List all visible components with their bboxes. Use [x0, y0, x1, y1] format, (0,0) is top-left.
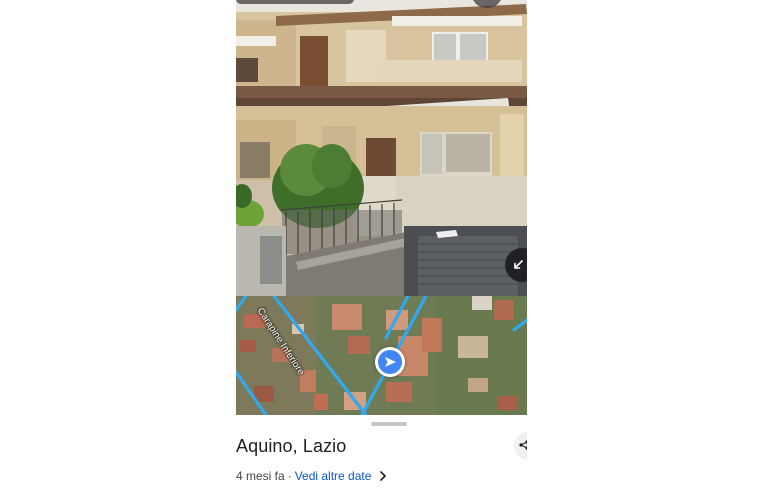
- navigation-arrow-icon: [383, 355, 397, 369]
- share-icon: [519, 437, 527, 455]
- street-view-screen: Carapine Inferiore Aquino, Lazio 4 mesi …: [236, 0, 527, 492]
- expand-icon: [512, 259, 524, 271]
- screen: Carapine Inferiore Aquino, Lazio 4 mesi …: [0, 0, 764, 492]
- chevron-right-icon[interactable]: [379, 471, 387, 481]
- place-title: Aquino, Lazio: [236, 436, 347, 456]
- house-facade-image: [236, 0, 527, 296]
- bottom-sheet-handle[interactable]: [371, 422, 407, 426]
- capture-date-row: 4 mesi fa · Vedi altre date: [236, 469, 387, 483]
- more-dates-link[interactable]: Vedi altre date: [295, 469, 372, 483]
- street-view-photo[interactable]: [236, 0, 527, 296]
- mini-map[interactable]: Carapine Inferiore: [236, 296, 527, 415]
- current-position-marker: [375, 347, 405, 377]
- share-button[interactable]: [514, 432, 527, 460]
- top-bar-pill: [236, 0, 354, 4]
- meta-separator: ·: [287, 469, 292, 483]
- capture-age: 4 mesi fa: [236, 469, 285, 483]
